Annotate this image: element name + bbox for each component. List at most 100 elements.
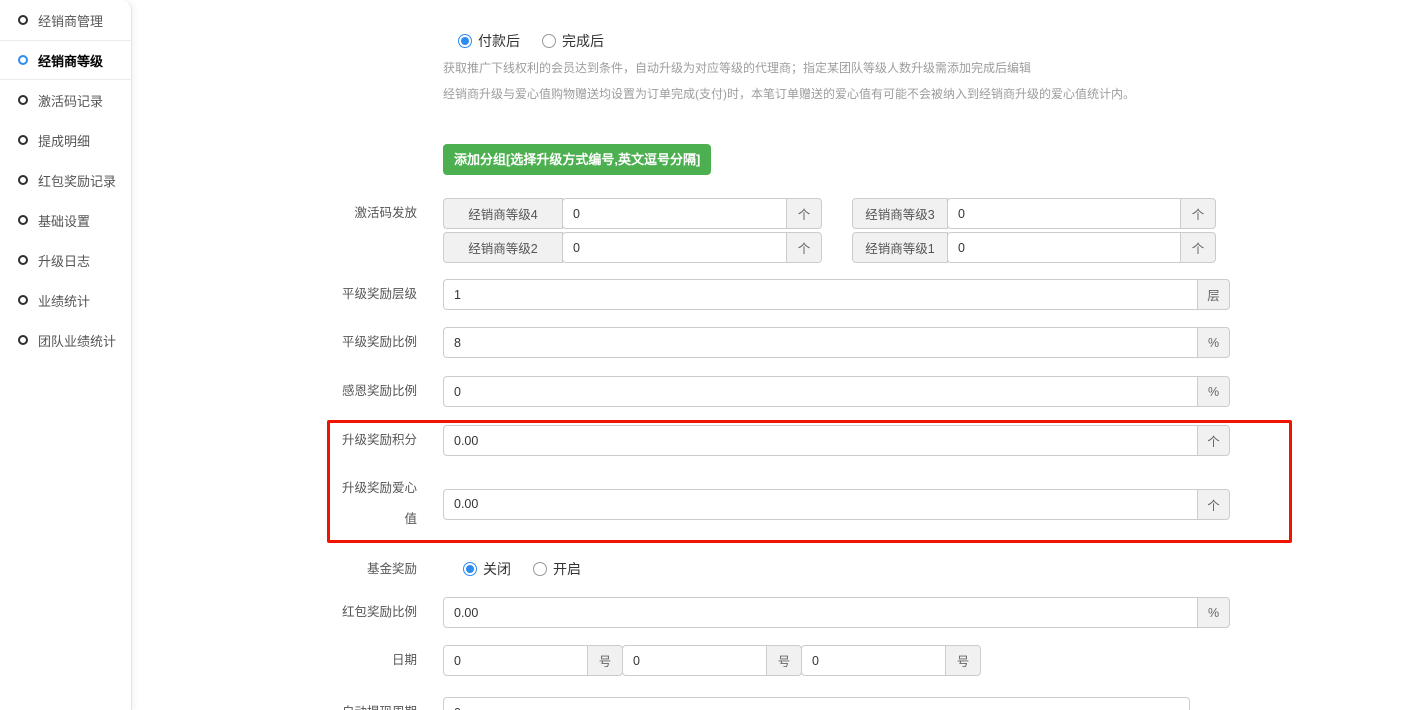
radio-after-payment[interactable]: 付款后 bbox=[458, 31, 520, 51]
activation-level2-input[interactable] bbox=[562, 232, 787, 263]
radio-circle-icon bbox=[542, 34, 556, 48]
unit-addon: 个 bbox=[1197, 425, 1230, 456]
date-input-group-3: 号 bbox=[801, 645, 981, 676]
radio-circle-icon bbox=[463, 562, 477, 576]
field-label: 自动提现周期 bbox=[132, 697, 443, 710]
upgrade-timing-radio-group: 付款后 完成后 bbox=[458, 30, 1422, 52]
day-addon: 号 bbox=[587, 645, 623, 676]
input-prefix-label: 经销商等级3 bbox=[852, 198, 948, 229]
radio-fund-on[interactable]: 开启 bbox=[533, 559, 581, 579]
auto-withdraw-cycle-group bbox=[443, 697, 1190, 710]
sidebar: 经销商管理 经销商等级 激活码记录 提成明细 红包奖励记录 基础设置 升级日志 … bbox=[0, 0, 132, 710]
field-label: 日期 bbox=[132, 645, 443, 676]
sidebar-item-team-performance-stats[interactable]: 团队业绩统计 bbox=[0, 320, 131, 360]
activation-level1-input[interactable] bbox=[947, 232, 1181, 263]
fund-reward-row: 基金奖励 关闭 开启 bbox=[132, 558, 1422, 580]
percent-addon: % bbox=[1197, 376, 1230, 407]
peer-reward-ratio-input[interactable] bbox=[443, 327, 1198, 358]
sidebar-item-redpacket-records[interactable]: 红包奖励记录 bbox=[0, 160, 131, 200]
activation-input-group-level2: 经销商等级2 个 bbox=[443, 232, 822, 263]
gratitude-reward-ratio-input[interactable] bbox=[443, 376, 1198, 407]
field-label: 基金奖励 bbox=[132, 558, 443, 580]
activation-grant-row: 激活码发放 经销商等级4 个 经销商等级3 个 经销商等级2 个 bbox=[132, 198, 1422, 263]
peer-reward-layers-input[interactable] bbox=[443, 279, 1198, 310]
circle-icon bbox=[18, 15, 28, 25]
unit-addon: 个 bbox=[786, 232, 822, 263]
date-input-2[interactable] bbox=[622, 645, 767, 676]
auto-withdraw-cycle-input[interactable] bbox=[443, 697, 1190, 710]
circle-icon bbox=[18, 335, 28, 345]
radio-circle-icon bbox=[458, 34, 472, 48]
sidebar-item-label: 升级日志 bbox=[38, 251, 90, 270]
unit-addon: 个 bbox=[1197, 489, 1230, 520]
circle-icon bbox=[18, 95, 28, 105]
radio-label: 付款后 bbox=[478, 31, 520, 51]
upgrade-reward-points-row: 升级奖励积分 个 bbox=[330, 425, 1289, 456]
field-label: 升级奖励积分 bbox=[330, 425, 443, 456]
gratitude-reward-ratio-row: 感恩奖励比例 % bbox=[132, 376, 1422, 407]
activation-input-group-level4: 经销商等级4 个 bbox=[443, 198, 822, 229]
help-text-upgrade-condition: 获取推广下线权利的会员达到条件，自动升级为对应等级的代理商；指定某团队等级人数升… bbox=[443, 60, 1422, 77]
radio-after-completion[interactable]: 完成后 bbox=[542, 31, 604, 51]
activation-level3-input[interactable] bbox=[947, 198, 1181, 229]
sidebar-item-performance-stats[interactable]: 业绩统计 bbox=[0, 280, 131, 320]
radio-fund-off[interactable]: 关闭 bbox=[463, 559, 511, 579]
percent-addon: % bbox=[1197, 597, 1230, 628]
sidebar-item-label: 团队业绩统计 bbox=[38, 331, 116, 350]
redpacket-reward-ratio-row: 红包奖励比例 % bbox=[132, 597, 1422, 628]
upgrade-reward-love-input[interactable] bbox=[443, 489, 1198, 520]
peer-reward-layers-row: 平级奖励层级 层 bbox=[132, 279, 1422, 310]
sidebar-item-commission-detail[interactable]: 提成明细 bbox=[0, 120, 131, 160]
activation-level4-input[interactable] bbox=[562, 198, 787, 229]
fund-reward-radio-group: 关闭 开启 bbox=[443, 558, 581, 580]
circle-icon bbox=[18, 255, 28, 265]
radio-circle-icon bbox=[533, 562, 547, 576]
sidebar-item-dealer-level[interactable]: 经销商等级 bbox=[0, 40, 131, 80]
sidebar-item-basic-settings[interactable]: 基础设置 bbox=[0, 200, 131, 240]
peer-reward-ratio-group: % bbox=[443, 327, 1230, 358]
date-input-group-2: 号 bbox=[622, 645, 802, 676]
date-input-1[interactable] bbox=[443, 645, 588, 676]
activation-input-group-level1: 经销商等级1 个 bbox=[852, 232, 1216, 263]
upgrade-reward-points-group: 个 bbox=[443, 425, 1230, 456]
peer-reward-layers-group: 层 bbox=[443, 279, 1230, 310]
day-addon: 号 bbox=[945, 645, 981, 676]
auto-withdraw-cycle-row: 自动提现周期 bbox=[132, 697, 1422, 710]
upgrade-reward-points-input[interactable] bbox=[443, 425, 1198, 456]
sidebar-item-label: 基础设置 bbox=[38, 211, 90, 230]
upgrade-reward-love-row: 升级奖励爱心值 个 bbox=[330, 473, 1289, 535]
percent-addon: % bbox=[1197, 327, 1230, 358]
dealer-level-form: 付款后 完成后 获取推广下线权利的会员达到条件，自动升级为对应等级的代理商；指定… bbox=[132, 0, 1422, 710]
field-label: 升级奖励爱心值 bbox=[330, 473, 443, 535]
sidebar-item-upgrade-log[interactable]: 升级日志 bbox=[0, 240, 131, 280]
sidebar-item-label: 经销商管理 bbox=[38, 11, 103, 30]
add-group-button[interactable]: 添加分组[选择升级方式编号,英文逗号分隔] bbox=[443, 144, 711, 175]
radio-label: 开启 bbox=[553, 559, 581, 579]
sidebar-item-dealer-management[interactable]: 经销商管理 bbox=[0, 0, 131, 40]
circle-icon bbox=[18, 295, 28, 305]
circle-icon bbox=[18, 135, 28, 145]
sidebar-item-activation-code-records[interactable]: 激活码记录 bbox=[0, 80, 131, 120]
date-input-3[interactable] bbox=[801, 645, 946, 676]
sidebar-item-label: 激活码记录 bbox=[38, 91, 103, 110]
redpacket-reward-ratio-group: % bbox=[443, 597, 1230, 628]
radio-label: 完成后 bbox=[562, 31, 604, 51]
circle-icon bbox=[18, 55, 28, 65]
activation-grant-grid: 经销商等级4 个 经销商等级3 个 经销商等级2 个 经销商等级1 bbox=[443, 198, 1216, 263]
radio-label: 关闭 bbox=[483, 559, 511, 579]
field-label: 红包奖励比例 bbox=[132, 597, 443, 628]
gratitude-reward-ratio-group: % bbox=[443, 376, 1230, 407]
unit-addon: 个 bbox=[786, 198, 822, 229]
day-addon: 号 bbox=[766, 645, 802, 676]
sidebar-item-label: 红包奖励记录 bbox=[38, 171, 116, 190]
circle-icon bbox=[18, 215, 28, 225]
help-text-love-value-note: 经销商升级与爱心值购物赠送均设置为订单完成(支付)时，本笔订单赠送的爱心值有可能… bbox=[443, 86, 1422, 103]
sidebar-item-label: 业绩统计 bbox=[38, 291, 90, 310]
sidebar-item-label: 提成明细 bbox=[38, 131, 90, 150]
unit-addon: 个 bbox=[1180, 198, 1216, 229]
date-input-group-1: 号 bbox=[443, 645, 623, 676]
redpacket-reward-ratio-input[interactable] bbox=[443, 597, 1198, 628]
unit-addon: 个 bbox=[1180, 232, 1216, 263]
upgrade-reward-love-group: 个 bbox=[443, 489, 1230, 520]
activation-input-group-level3: 经销商等级3 个 bbox=[852, 198, 1216, 229]
